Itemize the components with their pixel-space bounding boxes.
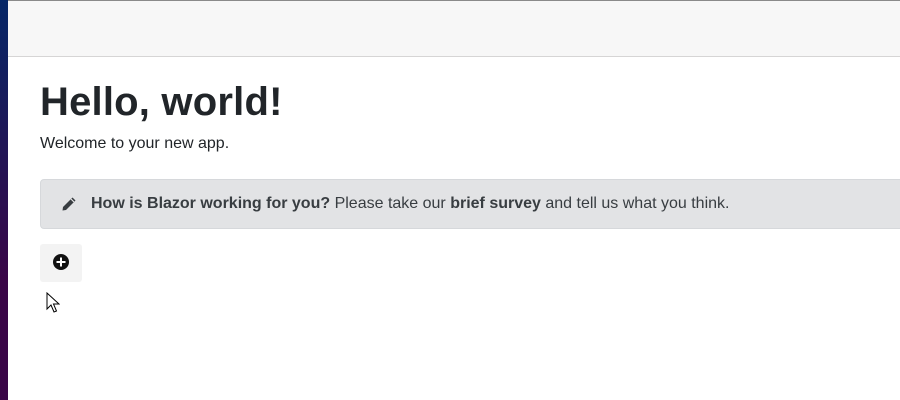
top-row-bar (8, 0, 900, 57)
survey-text: How is Blazor working for you? Please ta… (91, 195, 729, 213)
survey-question: How is Blazor working for you? (91, 195, 331, 212)
mouse-pointer-icon (46, 292, 60, 313)
welcome-text: Welcome to your new app. (40, 135, 230, 152)
pencil-icon (59, 194, 79, 214)
plus-circle-icon (53, 253, 69, 273)
add-button[interactable] (40, 244, 82, 282)
sidebar-edge (0, 0, 8, 400)
survey-prompt-alert: How is Blazor working for you? Please ta… (40, 179, 900, 229)
page-title: Hello, world! (40, 80, 283, 124)
survey-prompt-before: Please take our (330, 195, 451, 212)
main-content: Hello, world! Welcome to your new app. H… (40, 78, 900, 282)
brief-survey-link[interactable]: brief survey (450, 195, 541, 212)
survey-prompt-after: and tell us what you think. (540, 195, 730, 212)
